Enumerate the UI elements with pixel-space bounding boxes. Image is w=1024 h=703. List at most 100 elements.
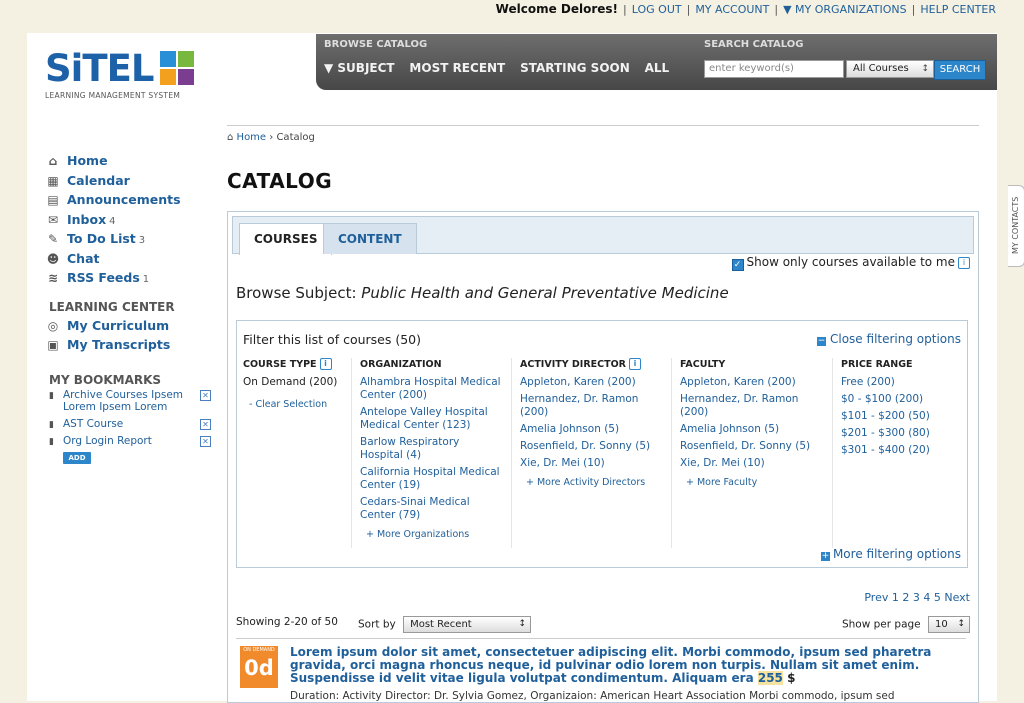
filter-box: Filter this list of courses (50) − Close … — [236, 320, 968, 568]
sidebar-item-my-curriculum[interactable]: ◎ My Curriculum — [45, 316, 210, 336]
logout-link[interactable]: LOG OUT — [632, 3, 682, 16]
add-bookmark-button[interactable]: ADD — [63, 451, 91, 464]
remove-bookmark-icon[interactable]: ✕ — [200, 389, 211, 401]
breadcrumb-home-link[interactable]: Home — [237, 132, 267, 143]
keyword-search-input[interactable]: enter keyword(s) — [704, 60, 844, 78]
nav-most-recent[interactable]: MOST RECENT — [409, 61, 505, 75]
filter-option[interactable]: $201 - $300 (80) — [841, 427, 961, 440]
sidebar-item-calendar[interactable]: ▦ Calendar — [45, 171, 210, 191]
prev-page-link[interactable]: Prev — [864, 591, 888, 604]
pagination: Prev 1 2 3 4 5 Next — [864, 591, 970, 604]
filter-price-range: PRICE RANGE Free (200) $0 - $100 (200) $… — [841, 358, 961, 461]
course-type-value[interactable]: On Demand (200) — [243, 376, 351, 389]
breadcrumb: ⌂ Home › Catalog — [227, 125, 979, 143]
sidebar-item-inbox[interactable]: ✉ Inbox 4 — [45, 210, 210, 230]
info-icon[interactable]: i — [958, 257, 970, 269]
home-icon: ⌂ — [227, 132, 234, 143]
sidebar-item-rss[interactable]: ≋ RSS Feeds 1 — [45, 268, 210, 288]
nav-subject[interactable]: ▼ SUBJECT — [324, 61, 395, 75]
filter-option[interactable]: $0 - $100 (200) — [841, 393, 961, 406]
filter-option[interactable]: California Hospital Medical Center (19) — [360, 466, 505, 492]
sidebar: ⌂ Home ▦ Calendar ▤ Announcements ✉ Inbox 4 ✎… — [45, 151, 211, 464]
page-link[interactable]: 4 — [923, 591, 930, 604]
nav-all[interactable]: ALL — [645, 61, 670, 75]
course-type-header: COURSE TYPE — [243, 359, 317, 370]
browse-subject-name: Public Health and General Preventative M… — [361, 284, 729, 302]
bookmark-item[interactable]: ▮ AST Course ✕ — [45, 418, 211, 430]
sitel-logo[interactable]: SiTEL LEARNING MANAGEMENT SYSTEM — [45, 49, 205, 109]
filter-option[interactable]: Amelia Johnson (5) — [680, 423, 830, 436]
filter-option[interactable]: Appleton, Karen (200) — [680, 376, 830, 389]
filter-option[interactable]: Xie, Dr. Mei (10) — [520, 457, 670, 470]
pin-icon: ✎ — [47, 232, 59, 246]
filter-option[interactable]: Rosenfield, Dr. Sonny (5) — [520, 440, 670, 453]
bookmark-label: Archive Courses Ipsem Lorem Ipsem Lorem — [63, 388, 184, 413]
filter-option[interactable]: Hernandez, Dr. Ramon (200) — [520, 393, 670, 419]
tab-courses[interactable]: COURSES — [239, 223, 333, 255]
filter-option[interactable]: Xie, Dr. Mei (10) — [680, 457, 830, 470]
course-scope-select[interactable]: All Courses — [846, 60, 934, 78]
filter-option[interactable]: $101 - $200 (50) — [841, 410, 961, 423]
sidebar-item-label: To Do List — [67, 231, 136, 246]
info-icon[interactable]: i — [319, 358, 332, 370]
show-only-available-toggle[interactable]: ✓ Show only courses available to me i — [731, 255, 970, 271]
close-filtering-link[interactable]: − Close filtering options — [817, 332, 961, 346]
chat-users-icon: ☻ — [46, 251, 60, 266]
filter-option[interactable]: Antelope Valley Hospital Medical Center … — [360, 406, 505, 432]
breadcrumb-separator: › — [269, 132, 274, 143]
sort-select[interactable]: Most Recent — [403, 616, 532, 633]
more-faculty-link[interactable]: + More Faculty — [680, 476, 830, 489]
next-page-link[interactable]: Next — [944, 591, 970, 604]
welcome-text: Welcome Delores! — [495, 2, 619, 16]
sidebar-item-label: My Curriculum — [67, 317, 170, 333]
sidebar-item-announcements[interactable]: ▤ Announcements — [45, 190, 210, 210]
remove-bookmark-icon[interactable]: ✕ — [200, 418, 211, 430]
per-page-select[interactable]: 10 — [928, 616, 970, 633]
filter-option[interactable]: Rosenfield, Dr. Sonny (5) — [680, 440, 830, 453]
filter-option[interactable]: Appleton, Karen (200) — [520, 376, 670, 389]
my-contacts-tab[interactable]: MY CONTACTS — [1008, 185, 1024, 267]
sidebar-item-label: RSS Feeds — [67, 270, 140, 285]
page-link[interactable]: 5 — [934, 591, 941, 604]
tab-content[interactable]: CONTENT — [323, 223, 417, 254]
filter-option[interactable]: Free (200) — [841, 376, 961, 389]
page-title: CATALOG — [227, 169, 333, 193]
more-filtering-link[interactable]: + More filtering options — [820, 547, 961, 561]
inbox-count: 4 — [109, 215, 116, 227]
more-activity-directors-link[interactable]: + More Activity Directors — [520, 476, 670, 489]
help-center-link[interactable]: HELP CENTER — [920, 3, 996, 16]
globe-icon: ◎ — [47, 318, 59, 333]
sidebar-item-my-transcripts[interactable]: ▣ My Transcripts — [45, 335, 210, 355]
info-icon[interactable]: i — [628, 358, 641, 370]
search-button[interactable]: SEARCH — [934, 60, 986, 80]
bookmark-item[interactable]: ▮ Org Login Report ✕ — [45, 435, 211, 447]
my-organizations-link[interactable]: ▼ MY ORGANIZATIONS — [783, 3, 907, 16]
catalog-tabs: COURSES CONTENT — [232, 216, 974, 255]
course-highlight: 255 — [757, 671, 783, 685]
course-title-link[interactable]: Lorem ipsum dolor sit amet, consectetuer… — [290, 646, 960, 685]
sidebar-item-chat[interactable]: ☻ Chat — [45, 249, 210, 269]
sidebar-item-home[interactable]: ⌂ Home — [45, 151, 210, 171]
page-link[interactable]: 3 — [913, 591, 920, 604]
filter-option[interactable]: $301 - $400 (20) — [841, 444, 961, 457]
my-account-link[interactable]: MY ACCOUNT — [695, 3, 769, 16]
catalog-panel: COURSES CONTENT ✓ Show only courses avail… — [227, 211, 979, 703]
filter-option[interactable]: Hernandez, Dr. Ramon (200) — [680, 393, 830, 419]
filter-option[interactable]: Alhambra Hospital Medical Center (200) — [360, 376, 505, 402]
sort-label: Sort by — [358, 618, 396, 631]
remove-bookmark-icon[interactable]: ✕ — [200, 435, 211, 447]
organization-header: ORGANIZATION — [360, 359, 442, 370]
more-organizations-link[interactable]: + More Organizations — [360, 528, 505, 541]
page-link[interactable]: 2 — [902, 591, 909, 604]
filter-option[interactable]: Cedars-Sinai Medical Center (79) — [360, 496, 505, 522]
todo-count: 3 — [138, 235, 146, 246]
filter-option[interactable]: Amelia Johnson (5) — [520, 423, 670, 436]
nav-starting-soon[interactable]: STARTING SOON — [520, 61, 630, 75]
clear-selection-link[interactable]: - Clear Selection — [243, 398, 351, 411]
sidebar-item-todo[interactable]: ✎ To Do List 3 — [45, 229, 210, 249]
page-link[interactable]: 1 — [892, 591, 899, 604]
checkbox-checked-icon[interactable]: ✓ — [731, 259, 744, 271]
bookmark-item[interactable]: ▮ Archive Courses Ipsem Lorem Ipsem Lorem… — [45, 388, 211, 413]
filter-option[interactable]: Barlow Respiratory Hospital (4) — [360, 436, 505, 462]
sidebar-item-label: Inbox — [67, 211, 107, 227]
